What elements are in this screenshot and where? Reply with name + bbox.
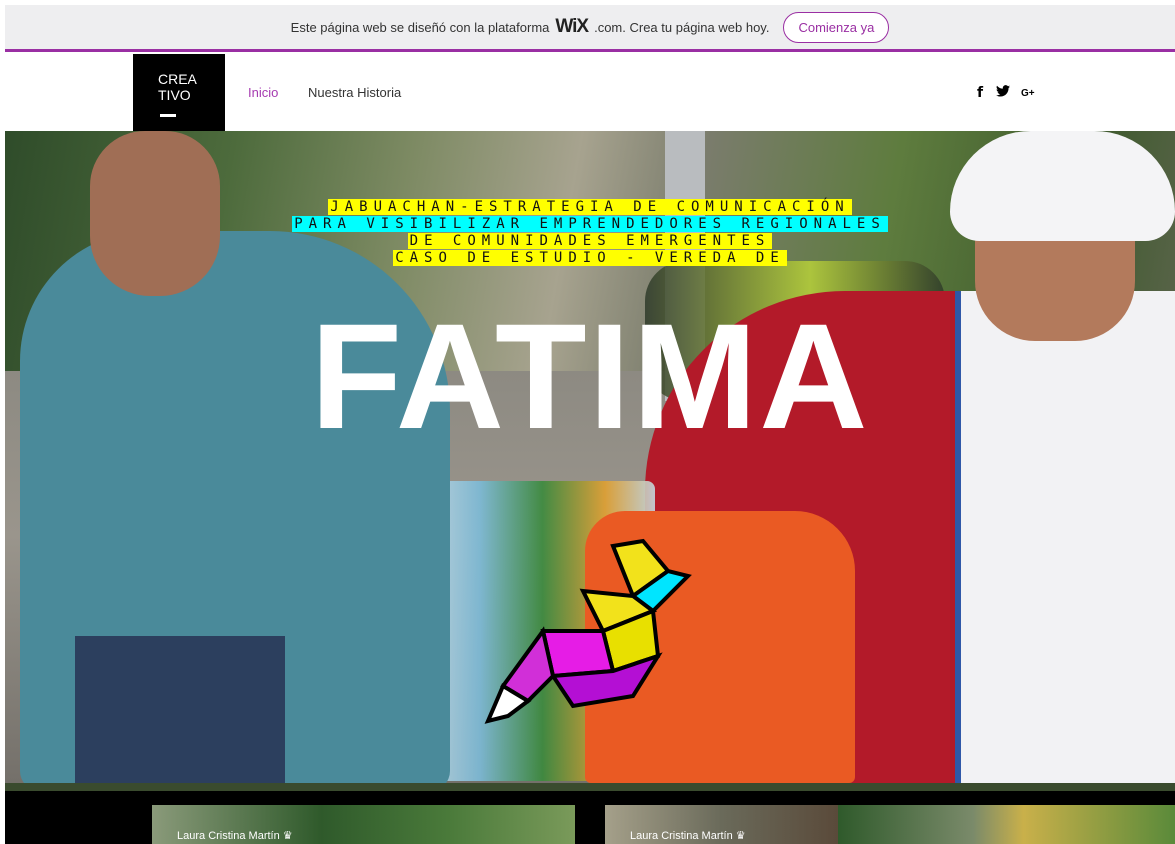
gallery-item-label: Laura Cristina Martín ♛ [177,830,293,842]
wix-banner-text-suffix: .com. Crea tu página web hoy. [594,19,770,35]
gallery-item[interactable]: Laura Cristina Martín ♛ [152,805,575,844]
hero-caption-line-4: CASO DE ESTUDIO - VEREDA DE [393,250,787,266]
hero-caption-line-2: PARA VISIBILIZAR EMPRENDEDORES REGIONALE… [292,216,888,232]
twitter-icon[interactable] [996,85,1010,100]
wix-banner: Este página web se diseñó con la platafo… [5,5,1175,52]
google-plus-icon[interactable]: G+ [1021,88,1035,99]
hero-banner: JABUACHAN-ESTRATEGIA DE COMUNICACIÓN PAR… [5,131,1175,783]
geometric-bird-icon [484,538,692,724]
hero-bottom-strip [5,783,1175,791]
nav-item-nuestra-historia[interactable]: Nuestra Historia [308,85,401,100]
hero-caption-line-1: JABUACHAN-ESTRATEGIA DE COMUNICACIÓN [328,199,852,215]
page-frame: Este página web se diseñó con la platafo… [5,5,1175,844]
logo-line1: CREA [158,71,197,87]
gallery-item[interactable] [838,805,1175,844]
gallery-section: Laura Cristina Martín ♛ Laura Cristina M… [5,791,1175,844]
comienza-ya-button[interactable]: Comienza ya [783,11,890,43]
logo-line2: TIVO [158,87,191,103]
gallery-item-label: Laura Cristina Martín ♛ [630,830,746,842]
site-logo[interactable]: CREA TIVO [133,54,225,131]
wix-logo: WiX [555,16,589,37]
site-header: CREA TIVO Inicio Nuestra Historia f G+ [5,52,1175,131]
hero-caption-line-3: DE COMUNIDADES EMERGENTES [407,233,773,249]
logo-bar [160,114,176,117]
hero-photo-man-jeans [75,636,285,783]
gallery-item[interactable]: Laura Cristina Martín ♛ [605,805,838,844]
nav-item-inicio[interactable]: Inicio [248,85,278,100]
facebook-icon[interactable]: f [977,85,983,101]
wix-banner-text: Este página web se diseñó con la platafo… [290,19,550,35]
hero-title: FATIMA [310,292,870,460]
